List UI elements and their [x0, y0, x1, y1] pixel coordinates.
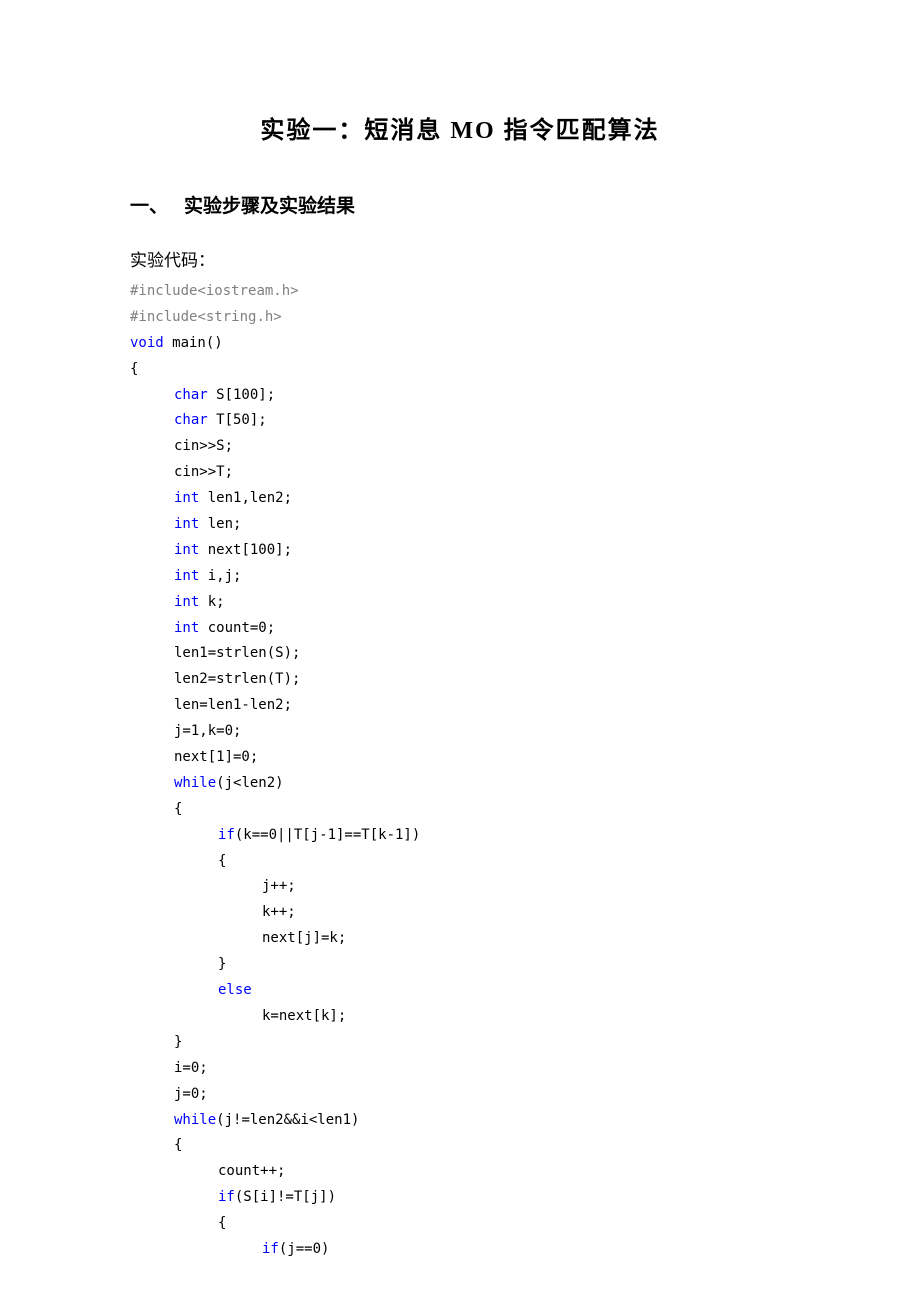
document-title: 实验一：短消息 MO 指令匹配算法 — [130, 110, 790, 145]
code-line: int len; — [130, 516, 241, 532]
code-line: int next[100]; — [130, 542, 292, 558]
code-line: { — [130, 1137, 182, 1153]
code-line: next[1]=0; — [130, 749, 258, 765]
code-line: void main() — [130, 335, 223, 351]
code-line: k++; — [130, 904, 296, 920]
code-line: #include<iostream.h> — [130, 283, 299, 299]
code-line: cin>>T; — [130, 464, 233, 480]
code-line: { — [130, 801, 182, 817]
code-line: i=0; — [130, 1060, 208, 1076]
code-line: next[j]=k; — [130, 930, 346, 946]
section-number: 一、 — [130, 191, 168, 218]
document-page: 实验一：短消息 MO 指令匹配算法 一、实验步骤及实验结果 实验代码： #inc… — [0, 0, 920, 1302]
code-line: len=len1-len2; — [130, 697, 292, 713]
code-line: else — [130, 982, 252, 998]
code-line: j++; — [130, 878, 296, 894]
code-line: while(j!=len2&&i<len1) — [130, 1112, 359, 1128]
code-line: if(k==0||T[j-1]==T[k-1]) — [130, 827, 420, 843]
code-line: int i,j; — [130, 568, 241, 584]
code-line: { — [130, 361, 138, 377]
section-heading: 一、实验步骤及实验结果 — [130, 191, 790, 218]
code-line: { — [130, 853, 226, 869]
section-title: 实验步骤及实验结果 — [184, 196, 355, 217]
code-line: count++; — [130, 1163, 285, 1179]
code-line: if(j==0) — [130, 1241, 329, 1257]
code-line: len2=strlen(T); — [130, 671, 300, 687]
code-line: char S[100]; — [130, 387, 275, 403]
code-line: while(j<len2) — [130, 775, 284, 791]
code-line: cin>>S; — [130, 438, 233, 454]
code-line: } — [130, 956, 226, 972]
code-line: { — [130, 1215, 226, 1231]
code-line: int len1,len2; — [130, 490, 292, 506]
code-line: int count=0; — [130, 620, 275, 636]
code-line: j=0; — [130, 1086, 208, 1102]
code-line: len1=strlen(S); — [130, 645, 300, 661]
code-line: int k; — [130, 594, 225, 610]
code-line: j=1,k=0; — [130, 723, 241, 739]
code-line: } — [130, 1034, 182, 1050]
code-line: k=next[k]; — [130, 1008, 346, 1024]
code-line: char T[50]; — [130, 412, 267, 428]
sub-heading: 实验代码： — [130, 246, 790, 271]
code-block: #include<iostream.h> #include<string.h> … — [130, 279, 790, 1263]
code-line: #include<string.h> — [130, 309, 282, 325]
code-line: if(S[i]!=T[j]) — [130, 1189, 336, 1205]
